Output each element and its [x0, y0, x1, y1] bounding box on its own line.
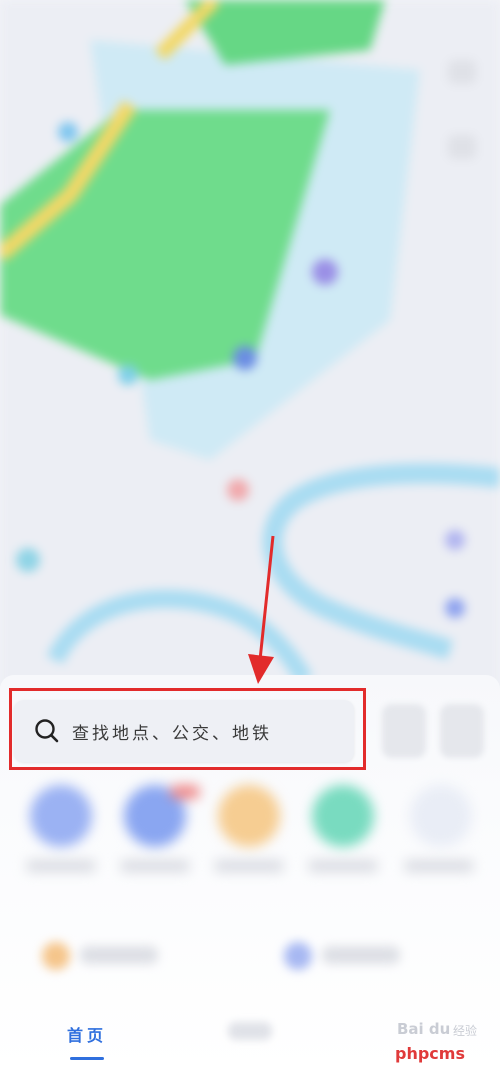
- map-canvas: [0, 0, 500, 700]
- quick-item-1[interactable]: [30, 785, 92, 847]
- feature-row: [0, 930, 500, 980]
- tab-home[interactable]: 首页: [62, 1022, 112, 1046]
- watermark-jingyan: 经验: [453, 1024, 478, 1038]
- watermark-logo: Bai du: [397, 1020, 451, 1038]
- quick-badge: [170, 785, 200, 799]
- quick-item-5[interactable]: [410, 785, 472, 847]
- tab-2[interactable]: [228, 1022, 272, 1040]
- search-icon: [32, 716, 62, 746]
- feature-item-1[interactable]: [80, 946, 158, 964]
- more-button[interactable]: [440, 704, 484, 758]
- search-bar[interactable]: 查找地点、公交、地铁: [14, 700, 354, 762]
- quick-item-3[interactable]: [218, 785, 280, 847]
- feature-item-2[interactable]: [322, 946, 400, 964]
- watermark-site: phpcms: [395, 1044, 465, 1063]
- feature-icon-2: [284, 942, 312, 970]
- quick-access-row: [0, 785, 500, 875]
- map-view[interactable]: [0, 0, 500, 700]
- tab-home-indicator: [70, 1057, 104, 1060]
- voice-button[interactable]: [382, 704, 426, 758]
- feature-icon-1: [42, 942, 70, 970]
- quick-item-4[interactable]: [312, 785, 374, 847]
- search-placeholder[interactable]: 查找地点、公交、地铁: [72, 719, 272, 744]
- watermark: Bai du 经验 phpcms: [395, 1018, 500, 1074]
